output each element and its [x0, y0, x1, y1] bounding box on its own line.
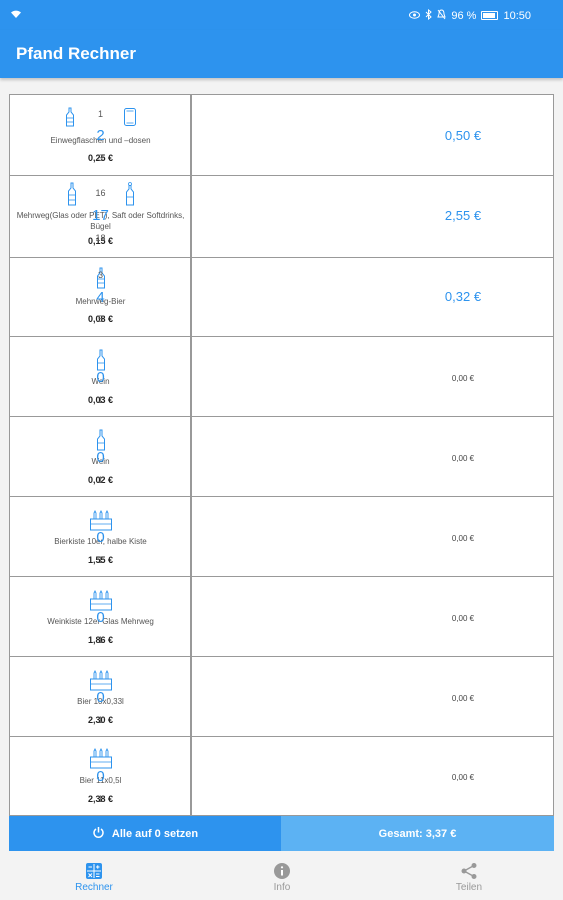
power-icon	[92, 826, 105, 842]
nav-label: Teilen	[455, 882, 483, 893]
picker-selected-value[interactable]: 4	[10, 289, 191, 306]
row-total-cell: 0,00 €	[373, 657, 553, 736]
nav-label: Info	[273, 882, 291, 893]
quantity-picker[interactable]: 0 1	[10, 577, 192, 656]
picker-next-value[interactable]: 3	[10, 153, 191, 163]
quantity-picker[interactable]: 0 1	[10, 417, 192, 496]
row-total: 2,55 €	[444, 208, 482, 223]
info-icon	[273, 862, 291, 880]
nav-label: Rechner	[75, 882, 113, 893]
row-total: 0,00 €	[451, 374, 475, 383]
quantity-picker[interactable]: 0 1	[10, 497, 192, 576]
bluetooth-icon	[425, 8, 433, 23]
clock: 10:50	[503, 9, 531, 22]
row-total-cell: 0,50 €	[373, 95, 553, 175]
picker-next-value[interactable]: 1	[10, 794, 191, 804]
app-bar: Pfand Rechner	[0, 30, 563, 78]
picker-next-value[interactable]: 1	[10, 635, 191, 645]
picker-selected-value[interactable]: 0	[10, 609, 191, 626]
reset-all-label: Alle auf 0 setzen	[111, 827, 199, 840]
picker-selected-value[interactable]: 0	[10, 768, 191, 785]
deposit-table: Einwegflaschen und –dosen 0,25 € 1 2 3 0…	[9, 94, 554, 816]
row-total-cell: 0,32 €	[373, 258, 553, 336]
table-row: Weinkiste 12er Glas Mehrweg 1,86 € 0 1 0…	[10, 577, 553, 657]
row-total-cell: 0,00 €	[373, 577, 553, 656]
quantity-picker[interactable]: 1 2 3	[10, 95, 192, 175]
row-total: 0,00 €	[451, 454, 475, 463]
row-total: 0,32 €	[444, 289, 482, 304]
picker-selected-value[interactable]: 0	[10, 369, 191, 386]
grand-total: Gesamt: 3,37 €	[281, 816, 554, 851]
row-total: 0,00 €	[451, 773, 475, 782]
picker-next-value[interactable]: 5	[10, 314, 191, 324]
picker-selected-value[interactable]: 2	[10, 127, 191, 144]
row-total: 0,00 €	[451, 534, 475, 543]
row-total-cell: 2,55 €	[373, 176, 553, 257]
picker-selected-value[interactable]: 0	[10, 449, 191, 466]
row-total: 0,00 €	[451, 614, 475, 623]
status-bar: 96 % 10:50	[0, 0, 563, 30]
table-row: Mehrweg(Glas oder PET), Saft oder Softdr…	[10, 176, 553, 258]
picker-prev-value[interactable]: 16	[10, 188, 191, 198]
table-row: Wein 0,03 € 0 1 0,00 €	[10, 337, 553, 417]
picker-next-value[interactable]: 18	[10, 233, 191, 243]
table-row: Einwegflaschen und –dosen 0,25 € 1 2 3 0…	[10, 95, 553, 176]
battery-percent: 96 %	[451, 9, 477, 22]
calculator-icon	[85, 862, 103, 880]
quantity-picker[interactable]: 0 1	[10, 337, 192, 416]
quantity-picker[interactable]: 0 1	[10, 657, 192, 736]
row-total-cell: 0,00 €	[373, 497, 553, 576]
picker-prev-value[interactable]: 3	[10, 270, 191, 280]
table-row: Wein 0,02 € 0 1 0,00 €	[10, 417, 553, 497]
nav-item-rechner[interactable]: Rechner	[34, 852, 154, 900]
picker-next-value[interactable]: 1	[10, 715, 191, 725]
picker-selected-value[interactable]: 17	[10, 207, 191, 224]
row-total: 0,50 €	[444, 128, 482, 143]
picker-next-value[interactable]: 1	[10, 555, 191, 565]
table-row: Mehrweg-Bier 0,08 € 3 4 5 0,32 €	[10, 258, 553, 337]
table-row: Bier 10x0,33l 2,30 € 0 1 0,00 €	[10, 657, 553, 737]
quantity-picker[interactable]: 0 1	[10, 737, 192, 815]
reset-all-button[interactable]: Alle auf 0 setzen	[9, 816, 281, 851]
picker-next-value[interactable]: 1	[10, 395, 191, 405]
quantity-picker[interactable]: 3 4 5	[10, 258, 192, 336]
table-row: Bier 11x0,5l 2,38 € 0 1 0,00 €	[10, 737, 553, 815]
row-total: 0,00 €	[451, 694, 475, 703]
grand-total-label: Gesamt: 3,37 €	[378, 827, 457, 840]
app-title: Pfand Rechner	[16, 44, 136, 63]
quantity-picker[interactable]: 16 17 18	[10, 176, 192, 257]
battery-icon	[481, 11, 499, 20]
row-total-cell: 0,00 €	[373, 337, 553, 416]
table-row: Bierkiste 10er, halbe Kiste 1,55 € 0 1 0…	[10, 497, 553, 577]
share-icon	[460, 862, 478, 880]
picker-prev-value[interactable]: 1	[10, 109, 191, 119]
eye-icon	[409, 10, 421, 22]
mute-bell-icon	[437, 8, 447, 23]
action-bar: Alle auf 0 setzen Gesamt: 3,37 €	[9, 816, 554, 851]
nav-item-teilen[interactable]: Teilen	[409, 852, 529, 900]
picker-selected-value[interactable]: 0	[10, 529, 191, 546]
bottom-navigation: Rechner Info Teilen	[0, 852, 563, 900]
row-total-cell: 0,00 €	[373, 737, 553, 815]
picker-selected-value[interactable]: 0	[10, 689, 191, 706]
wifi-icon	[10, 9, 22, 22]
nav-item-info[interactable]: Info	[222, 852, 342, 900]
row-total-cell: 0,00 €	[373, 417, 553, 496]
picker-next-value[interactable]: 1	[10, 475, 191, 485]
